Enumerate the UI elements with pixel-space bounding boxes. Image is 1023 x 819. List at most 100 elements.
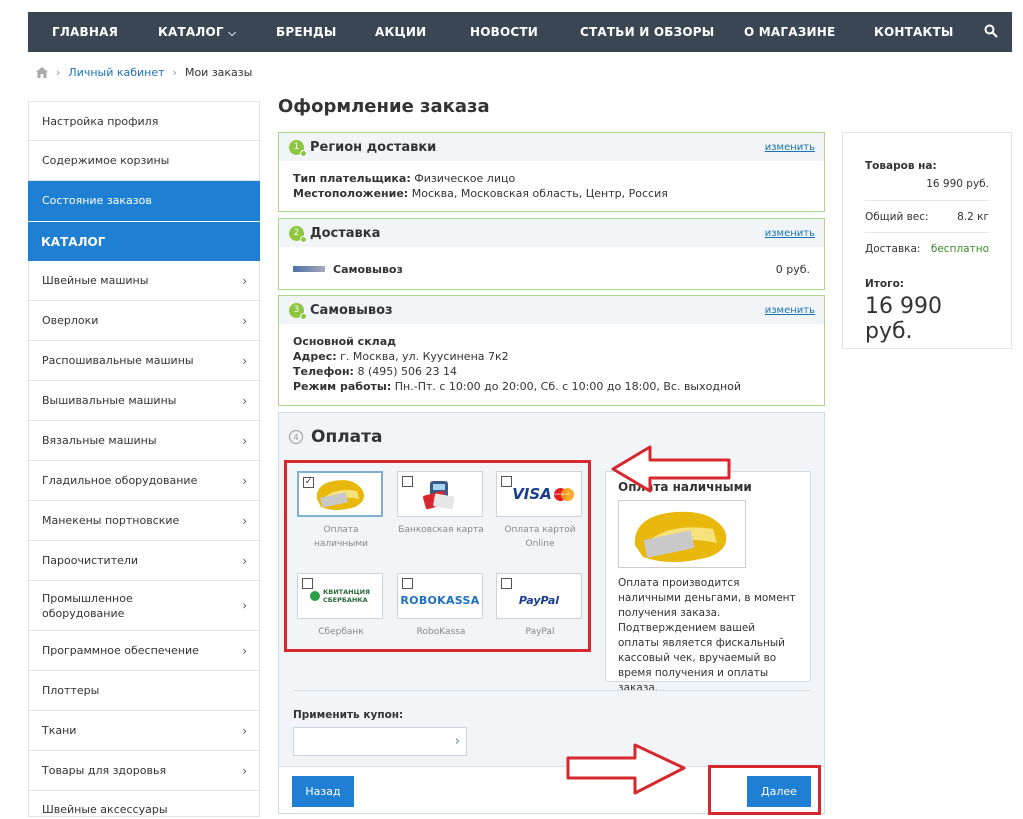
category-label: Швейные аксессуары bbox=[42, 803, 168, 816]
chevron-right-icon: › bbox=[242, 433, 247, 448]
sidebar-category-item[interactable]: Манекены портновские › bbox=[28, 501, 260, 541]
change-link[interactable]: изменить bbox=[765, 305, 815, 316]
breadcrumb-separator: › bbox=[172, 66, 177, 79]
sidebar-category-item[interactable]: Ткани › bbox=[28, 711, 260, 751]
annotation-arrow-right-icon bbox=[566, 743, 686, 795]
section-title: Самовывоз bbox=[310, 302, 393, 318]
sidebar-category-item[interactable]: Вязальные машины › bbox=[28, 421, 260, 461]
step-number: 1 bbox=[293, 142, 300, 152]
nav-news[interactable]: НОВОСТИ bbox=[470, 25, 538, 39]
chevron-down-icon: ⌵ bbox=[228, 28, 236, 39]
sidebar-item-profile[interactable]: Настройка профиля bbox=[28, 101, 260, 141]
mastercard-logo: MasterCard bbox=[552, 487, 574, 501]
payment-method-box[interactable]: ✓ bbox=[297, 471, 383, 517]
step-number: 3 bbox=[293, 305, 300, 315]
payment-checkbox[interactable]: ✓ bbox=[303, 477, 314, 488]
payment-method-box[interactable]: VISA MasterCard bbox=[496, 471, 582, 517]
order-summary: Товаров на: 16 990 руб. Общий вес: 8.2 к… bbox=[842, 132, 1012, 349]
sidebar-item-orders[interactable]: Состояние заказов bbox=[28, 181, 260, 221]
category-label: Швейные машины bbox=[42, 274, 149, 287]
payment-checkbox[interactable] bbox=[501, 578, 512, 589]
section-title: Регион доставки bbox=[310, 139, 437, 155]
back-button[interactable]: Назад bbox=[292, 776, 354, 807]
payment-method-bank-card[interactable]: Банковская карта bbox=[397, 471, 485, 537]
payment-method-paypal[interactable]: PayPal PayPal bbox=[496, 573, 584, 639]
sidebar-category-item[interactable]: Программное обеспечение › bbox=[28, 631, 260, 671]
sidebar-category-item[interactable]: Швейные аксессуары bbox=[28, 791, 260, 817]
pickup-section: 3 Самовывоз изменить Основной склад Адре… bbox=[278, 295, 825, 406]
card-terminal-icon bbox=[423, 481, 455, 510]
home-icon[interactable] bbox=[36, 67, 48, 78]
breadcrumb-account[interactable]: Личный кабинет bbox=[68, 66, 164, 79]
chevron-right-icon: › bbox=[242, 353, 247, 368]
category-label: Программное обеспечение bbox=[42, 644, 199, 657]
nav-contacts[interactable]: КОНТАКТЫ bbox=[874, 25, 954, 39]
payment-method-sberbank[interactable]: КВИТАНЦИЯ СБЕРБАНКА Сбербанк bbox=[297, 573, 385, 639]
payment-method-caption: Банковская карта bbox=[398, 525, 484, 535]
address-label: Адрес: bbox=[293, 350, 337, 363]
chevron-right-icon: › bbox=[242, 763, 247, 778]
sidebar-category-item[interactable]: Гладильное оборудование › bbox=[28, 461, 260, 501]
category-label: Промышленное оборудование bbox=[42, 591, 133, 620]
visa-logo: VISA bbox=[512, 485, 552, 503]
nav-brands[interactable]: БРЕНДЫ bbox=[276, 25, 337, 39]
hours-label: Режим работы: bbox=[293, 380, 392, 393]
goods-value: 16 990 руб. bbox=[926, 178, 989, 190]
sidebar-category-item[interactable]: Швейные машины › bbox=[28, 261, 260, 301]
nav-sales[interactable]: АКЦИИ bbox=[375, 25, 426, 39]
coupon-input[interactable]: › bbox=[293, 727, 467, 756]
sidebar-category-item[interactable]: Оверлоки › bbox=[28, 301, 260, 341]
step-done-icon: 2 bbox=[289, 225, 307, 243]
sidebar-category-item[interactable]: Плоттеры bbox=[28, 671, 260, 711]
payment-method-robokassa[interactable]: ROBOKASSA RoboKassa bbox=[397, 573, 485, 639]
nav-home[interactable]: ГЛАВНАЯ bbox=[52, 25, 118, 39]
payment-checkbox[interactable] bbox=[302, 578, 313, 589]
sidebar-item-cart[interactable]: Содержимое корзины bbox=[28, 141, 260, 181]
nav-articles[interactable]: СТАТЬИ И ОБЗОРЫ bbox=[580, 25, 714, 39]
chevron-right-icon: › bbox=[242, 513, 247, 528]
payment-methods: ✓ Оплата наличными Банковская карта VISA… bbox=[284, 460, 591, 652]
category-label: Вязальные машины bbox=[42, 434, 157, 447]
payment-method-box[interactable] bbox=[397, 471, 483, 517]
payment-method-caption: Сбербанк bbox=[318, 627, 364, 637]
nav-about[interactable]: О МАГАЗИНЕ bbox=[744, 25, 835, 39]
section-body: Тип плательщика: Физическое лицо Местопо… bbox=[279, 161, 824, 211]
section-body: Самовывоз 0 руб. bbox=[279, 247, 824, 294]
payment-method-box[interactable]: PayPal bbox=[496, 573, 582, 619]
payment-detail-text: Оплата производится наличными деньгами, … bbox=[618, 577, 796, 694]
delivery-row: Доставка: бесплатно bbox=[865, 232, 989, 264]
nav-catalog[interactable]: КАТАЛОГ ⌵ bbox=[158, 25, 236, 39]
payment-checkbox[interactable] bbox=[501, 476, 512, 487]
phone-label: Телефон: bbox=[293, 365, 354, 378]
step-done-icon: 1 bbox=[289, 139, 307, 157]
payment-method-box[interactable]: КВИТАНЦИЯ СБЕРБАНКА bbox=[297, 573, 383, 619]
payment-section: 4 Оплата ✓ Оплата наличными Банковская к… bbox=[278, 412, 825, 814]
change-link[interactable]: изменить bbox=[765, 142, 815, 153]
sidebar-category-item[interactable]: Пароочистители › bbox=[28, 541, 260, 581]
sberbank-logo-line: КВИТАНЦИЯ bbox=[322, 588, 371, 596]
sidebar-category-item[interactable]: Распошивальные машины › bbox=[28, 341, 260, 381]
delivery-option: Самовывоз 0 руб. bbox=[293, 254, 810, 284]
section-header: 2 Доставка изменить bbox=[279, 219, 824, 247]
payment-checkbox[interactable] bbox=[402, 578, 413, 589]
payment-method-box[interactable]: ROBOKASSA bbox=[397, 573, 483, 619]
payment-method-cash[interactable]: ✓ Оплата наличными bbox=[297, 471, 385, 551]
step-number: 2 bbox=[293, 228, 300, 238]
sidebar: Настройка профиля Содержимое корзины Сос… bbox=[28, 101, 260, 817]
sidebar-category-item[interactable]: Промышленное оборудование › bbox=[28, 581, 260, 631]
search-icon[interactable] bbox=[984, 24, 998, 38]
payment-detail-image bbox=[618, 500, 746, 568]
hours-value: Пн.-Пт. с 10:00 до 20:00, Сб. с 10:00 до… bbox=[394, 380, 742, 393]
step-done-icon: 3 bbox=[289, 302, 307, 320]
robokassa-logo: ROBOKASSA bbox=[400, 593, 480, 607]
chevron-right-icon: › bbox=[242, 393, 247, 408]
check-icon bbox=[300, 235, 307, 243]
chevron-right-icon[interactable]: › bbox=[455, 734, 460, 749]
payment-method-online-card[interactable]: VISA MasterCard Оплата картой Online bbox=[496, 471, 584, 551]
category-label: Пароочистители bbox=[42, 554, 139, 567]
phone-value: 8 (495) 506 23 14 bbox=[357, 365, 458, 378]
payment-checkbox[interactable] bbox=[402, 476, 413, 487]
sidebar-category-item[interactable]: Товары для здоровья › bbox=[28, 751, 260, 791]
change-link[interactable]: изменить bbox=[765, 228, 815, 239]
sidebar-category-item[interactable]: Вышивальные машины › bbox=[28, 381, 260, 421]
